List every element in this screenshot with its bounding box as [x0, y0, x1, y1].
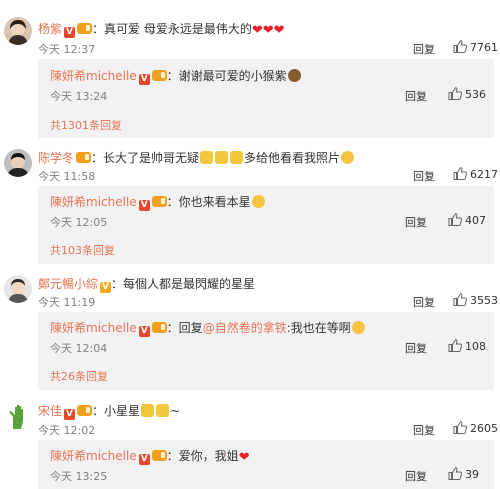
level-badge-icon: [151, 70, 167, 81]
reply-line: 陳妍希michelle V ：回复@自然卷的拿铁:我也在等啊: [50, 320, 366, 337]
comment-time: 今天 11:19: [38, 296, 96, 309]
more-replies-link[interactable]: 共26条回复: [50, 368, 108, 384]
like-count: 2605: [470, 422, 498, 435]
avatar[interactable]: [4, 149, 32, 177]
like-count: 3553: [470, 294, 498, 307]
reply-text: ：你也来看本星: [166, 195, 251, 209]
comment-time: 今天 12:02: [38, 424, 96, 437]
level-badge-icon: [151, 196, 167, 207]
thumbs-up-icon[interactable]: [448, 213, 462, 226]
reply-box: 陳妍希michelle V ：回复@自然卷的拿铁:我也在等啊 今天 12:04 回复…: [38, 312, 494, 390]
comment-line: 鄭元暢小綜 V ：每個人都是最閃耀的星星: [38, 276, 255, 293]
cat-emoji-icon: [251, 195, 265, 208]
reply-line: 陳妍希michelle V ：你也来看本星: [50, 194, 266, 211]
v-badge-icon: V: [100, 282, 112, 293]
v-badge-icon: V: [138, 200, 150, 211]
thumbs-up-icon[interactable]: [453, 167, 467, 180]
thumbs-up-icon[interactable]: [453, 40, 467, 53]
v-badge-icon: V: [138, 326, 150, 337]
reply-time: 今天 12:04: [50, 342, 108, 355]
username-link[interactable]: 杨紫: [38, 22, 62, 36]
reply-text: :我也在等啊: [286, 321, 351, 335]
like-count: 108: [465, 340, 486, 353]
username-link[interactable]: 陳妍希michelle: [50, 449, 137, 463]
reply-box: 陳妍希michelle V ：爱你，我姐❤ 今天 13:25 回复 39: [38, 440, 494, 489]
comment-text: ：每個人都是最閃耀的星星: [111, 277, 256, 291]
like-count: 407: [465, 214, 486, 227]
comment-text: ：长大了是帅哥无疑: [91, 151, 200, 165]
like-count: 6217: [470, 168, 498, 181]
v-badge-icon: V: [138, 74, 150, 85]
reply-box: 陳妍希michelle V ：谢谢最可爱的小猴紫 今天 13:24 回复 536 共…: [38, 59, 494, 138]
comment-line: 陈学冬 ：长大了是帅哥无疑 多给他看看我照片: [38, 150, 355, 166]
reply-button[interactable]: 回复: [413, 294, 435, 310]
flower-emoji-icon: [200, 151, 214, 164]
level-badge-icon: [77, 23, 93, 34]
avatar[interactable]: [4, 17, 32, 45]
reply-text: ：爱你，我姐: [166, 449, 239, 463]
like-count: 536: [465, 88, 486, 101]
sparkle-emoji-icon: [156, 404, 170, 417]
comment-text: ：小星星: [92, 404, 141, 418]
monkey-emoji-icon: [287, 69, 301, 82]
reply-line: 陳妍希michelle V ：爱你，我姐❤: [50, 448, 250, 466]
like-count: 7761: [470, 41, 498, 54]
username-link[interactable]: 陈学冬: [38, 151, 74, 165]
reply-text: ：谢谢最可爱的小猴紫: [166, 69, 287, 83]
reply-time: 今天 13:24: [50, 90, 108, 103]
level-badge-icon: [77, 405, 93, 416]
comment-text-suffix: 多给他看看我照片: [244, 151, 341, 165]
like-count: 39: [465, 468, 479, 481]
comment-text-suffix: ~: [170, 404, 181, 418]
v-badge-icon: V: [138, 454, 150, 465]
v-badge-icon: V: [64, 409, 76, 420]
level-badge-icon: [151, 322, 167, 333]
flower-emoji-icon: [230, 151, 244, 164]
username-link[interactable]: 宋佳: [38, 404, 62, 418]
reply-button[interactable]: 回复: [405, 88, 427, 104]
avatar[interactable]: [4, 275, 32, 303]
username-link[interactable]: 鄭元暢小綜: [38, 277, 98, 291]
reply-box: 陳妍希michelle V ：你也来看本星 今天 12:05 回复 407 共103…: [38, 186, 494, 264]
comment-time: 今天 11:58: [38, 170, 96, 183]
username-link[interactable]: 陳妍希michelle: [50, 321, 137, 335]
reply-line: 陳妍希michelle V ：谢谢最可爱的小猴紫: [50, 68, 302, 85]
more-replies-link[interactable]: 共103条回复: [50, 242, 115, 258]
more-replies-link[interactable]: 共1301条回复: [50, 117, 122, 133]
v-badge-icon: V: [64, 27, 76, 38]
reply-button[interactable]: 回复: [405, 468, 427, 484]
thumbs-up-icon[interactable]: [448, 467, 462, 480]
comment-time: 今天 12:37: [38, 43, 96, 56]
thumbs-up-icon[interactable]: [453, 293, 467, 306]
reply-time: 今天 13:25: [50, 470, 108, 483]
thumbs-up-icon[interactable]: [448, 339, 462, 352]
mention-link[interactable]: @自然卷的拿铁: [203, 321, 287, 335]
reply-button[interactable]: 回复: [405, 340, 427, 356]
reply-button[interactable]: 回复: [413, 422, 435, 438]
reply-text-prefix: ：回复: [166, 321, 203, 335]
thumbs-up-icon[interactable]: [453, 421, 467, 434]
flower-emoji-icon: [215, 151, 229, 164]
comment-line: 宋佳 V ：小星星 ~: [38, 403, 180, 420]
reply-button[interactable]: 回复: [413, 41, 435, 57]
comment-line: 杨紫 V ：真可爱 母爱永远是最伟大的❤❤❤: [38, 21, 285, 39]
comment-text: ：真可爱 母爱永远是最伟大的: [92, 22, 252, 36]
heart-icon: ❤❤❤: [251, 23, 285, 38]
heart-icon: ❤: [238, 450, 250, 465]
username-link[interactable]: 陳妍希michelle: [50, 195, 137, 209]
reply-button[interactable]: 回复: [405, 214, 427, 230]
username-link[interactable]: 陳妍希michelle: [50, 69, 137, 83]
star-emoji-icon: [141, 404, 155, 417]
cat-emoji-icon: [341, 151, 355, 164]
thumbs-up-icon[interactable]: [448, 87, 462, 100]
reply-button[interactable]: 回复: [413, 168, 435, 184]
avatar[interactable]: [4, 403, 32, 431]
reply-time: 今天 12:05: [50, 216, 108, 229]
level-badge-icon: [151, 450, 167, 461]
level-badge-icon: [76, 152, 92, 163]
cat-emoji-icon: [351, 321, 365, 334]
